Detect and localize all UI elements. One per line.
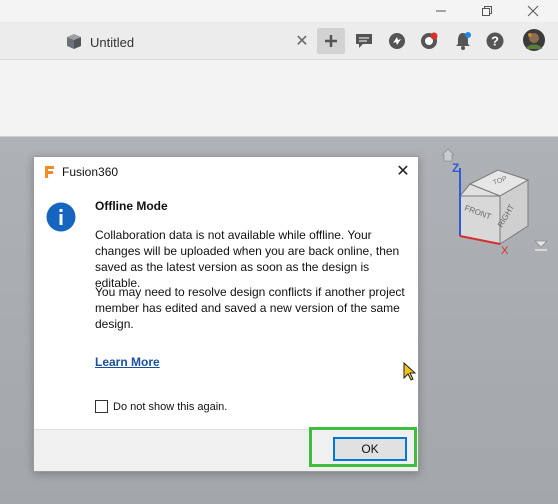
new-tab-button[interactable] bbox=[317, 28, 345, 54]
restore-icon bbox=[482, 6, 492, 16]
chat-button[interactable] bbox=[353, 30, 375, 52]
axis-x-label: X bbox=[501, 245, 509, 257]
minimize-icon bbox=[436, 10, 446, 12]
help-button[interactable]: ? bbox=[484, 30, 506, 52]
job-status-icon bbox=[389, 33, 405, 49]
viewcube-menu-icon[interactable] bbox=[534, 240, 548, 251]
home-icon[interactable] bbox=[441, 148, 455, 162]
job-status-button[interactable] bbox=[386, 30, 408, 52]
dialog-title: Fusion360 bbox=[62, 165, 119, 179]
dialog-heading: Offline Mode bbox=[95, 199, 168, 213]
document-tab-label: Untitled bbox=[90, 34, 135, 50]
fusion360-app-icon bbox=[42, 164, 58, 180]
help-icon: ? bbox=[486, 32, 504, 50]
do-not-show-row[interactable]: Do not show this again. bbox=[95, 400, 227, 413]
toolbar-area bbox=[0, 60, 558, 137]
dialog-close-button[interactable]: ✕ bbox=[392, 162, 414, 182]
restore-button[interactable] bbox=[464, 0, 510, 22]
notifications-button[interactable] bbox=[452, 30, 474, 52]
do-not-show-checkbox[interactable] bbox=[95, 400, 108, 413]
view-cube[interactable]: TOP FRONT RIGHT Z X bbox=[438, 140, 558, 260]
plus-icon bbox=[325, 35, 337, 47]
info-icon bbox=[46, 202, 76, 232]
mouse-cursor-icon bbox=[403, 362, 417, 381]
chat-icon bbox=[356, 34, 372, 48]
avatar bbox=[523, 29, 545, 51]
tab-close-button[interactable]: ✕ bbox=[294, 32, 310, 52]
axis-z-label: Z bbox=[452, 161, 459, 175]
window-close-button[interactable] bbox=[510, 0, 556, 22]
learn-more-link[interactable]: Learn More bbox=[95, 355, 160, 369]
user-avatar[interactable] bbox=[522, 28, 546, 52]
history-icon bbox=[421, 32, 438, 49]
history-button[interactable] bbox=[418, 30, 440, 52]
document-tab[interactable]: Untitled ✕ bbox=[58, 28, 316, 56]
tab-bar: Untitled ✕ ? bbox=[0, 22, 558, 60]
dialog-titlebar: Fusion360 ✕ bbox=[34, 157, 418, 187]
offline-mode-dialog: Fusion360 ✕ Offline Mode Collaboration d… bbox=[33, 156, 419, 472]
minimize-button[interactable] bbox=[418, 0, 464, 22]
notification-icon bbox=[456, 32, 471, 50]
dialog-message-2: You may need to resolve design conflicts… bbox=[95, 285, 405, 331]
cube-icon bbox=[67, 34, 81, 49]
window-titlebar bbox=[0, 0, 558, 22]
ok-button[interactable]: OK bbox=[333, 437, 407, 461]
close-icon bbox=[527, 5, 539, 17]
svg-text:?: ? bbox=[491, 34, 499, 49]
dialog-message-1: Collaboration data is not available whil… bbox=[95, 228, 400, 290]
do-not-show-label[interactable]: Do not show this again. bbox=[113, 401, 227, 413]
